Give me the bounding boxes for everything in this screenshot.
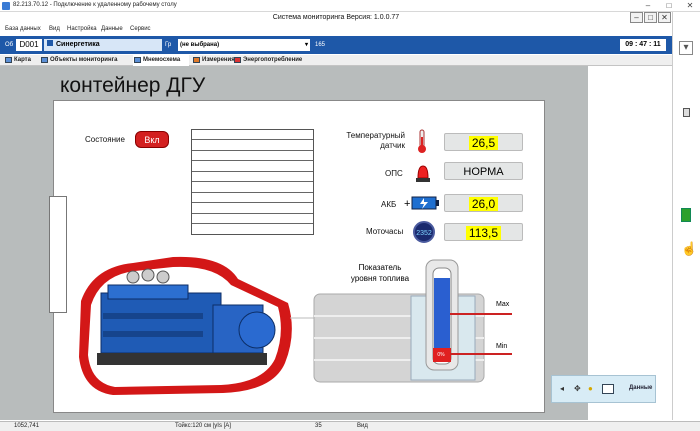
temp-label-line2: датчик — [380, 141, 405, 150]
menu-data[interactable]: Данные — [101, 26, 123, 32]
ops-label: ОПС — [385, 169, 403, 178]
log-line — [192, 160, 313, 161]
app-minimize-icon[interactable]: – — [630, 12, 643, 23]
tab-measurements[interactable]: Измерения — [192, 55, 235, 66]
maximize-icon[interactable]: □ — [661, 1, 677, 11]
log-line — [192, 181, 313, 182]
temp-label: Температурный датчик — [335, 131, 405, 151]
fuel-tank-diagram — [290, 259, 512, 383]
svg-text:+: + — [404, 198, 410, 210]
state-label: Состояние — [85, 135, 125, 144]
fuel-max-label: Max — [496, 301, 510, 308]
hand-icon[interactable]: ☝ — [681, 241, 697, 257]
menu-settings[interactable]: Настройка — [67, 26, 97, 32]
count-label: 165 — [315, 42, 326, 48]
status-coords: 1052,741 — [14, 423, 40, 429]
menu-bar: База данных Вид Настройка Данные Сервис — [0, 24, 672, 35]
app-titlebar: Система мониторинга Версия: 1.0.0.77 — [0, 12, 672, 24]
thermometer-icon — [418, 129, 426, 153]
app-title: Система мониторинга Версия: 1.0.0.77 — [272, 14, 400, 21]
fuel-percent: 0% — [437, 352, 445, 358]
menu-service[interactable]: Сервис — [130, 26, 151, 32]
tab-label: Энергопотребление — [243, 57, 303, 63]
status-units: Тойкс:120 см |yIs [A] — [175, 423, 231, 429]
group-select[interactable]: (не выбрана) ▾ — [178, 39, 310, 51]
remote-desktop-titlebar: 82.213.70.12 - Подключение к удаленному … — [0, 0, 700, 12]
menu-database[interactable]: База данных — [5, 26, 41, 32]
app-close-icon[interactable]: ✕ — [658, 12, 671, 23]
moto-value: 113,5 — [465, 226, 502, 240]
akb-value-box: 26,0 — [444, 194, 523, 212]
tab-label: Карта — [14, 57, 31, 63]
log-line — [192, 223, 313, 224]
chevron-down-icon: ▾ — [304, 42, 308, 48]
generator-image — [79, 256, 292, 395]
palette-data-button[interactable]: Данные — [629, 385, 652, 391]
close-icon[interactable]: ✕ — [682, 1, 698, 11]
moto-label: Моточасы — [366, 227, 404, 236]
group-prefix: Гр — [165, 42, 172, 48]
tab-energy[interactable]: Энергопотребление — [233, 55, 307, 66]
log-line — [192, 150, 313, 151]
object-name-field[interactable]: Синергетика — [44, 39, 162, 51]
object-prefix: Об — [5, 42, 14, 48]
object-name: Синергетика — [56, 41, 100, 48]
move-icon[interactable]: ✥ — [574, 384, 581, 393]
log-line — [192, 192, 313, 193]
arrow-left-icon[interactable]: ◂ — [560, 384, 564, 393]
trash-icon[interactable] — [683, 108, 690, 117]
side-marker — [49, 196, 67, 313]
status-count: 35 — [315, 423, 322, 429]
dropdown-icon[interactable]: ▾ — [679, 41, 693, 55]
remote-desktop-icon — [2, 2, 10, 10]
app-maximize-icon[interactable]: □ — [644, 12, 657, 23]
temp-label-line1: Температурный — [346, 131, 405, 140]
energy-icon — [234, 57, 241, 63]
scheme-icon — [134, 57, 141, 63]
hour-meter-icon: 2352 — [413, 221, 435, 243]
tab-bar: Карта Объекты мониторинга Мнемосхема Изм… — [0, 55, 672, 66]
bulb-icon[interactable]: ● — [588, 384, 593, 393]
tab-label: Измерения — [202, 57, 235, 63]
clock: 09 : 47 : 11 — [620, 39, 666, 51]
tool-palette: ◂ ✥ ● Данные — [551, 375, 656, 403]
battery-icon[interactable] — [681, 208, 691, 222]
tab-mnemoscheme[interactable]: Мнемосхема — [133, 55, 189, 66]
page-title: контейнер ДГУ — [60, 74, 206, 97]
status-bar: 1052,741 Тойкс:120 см |yIs [A] 35 Вид — [0, 421, 700, 431]
tab-label: Мнемосхема — [143, 57, 181, 63]
akb-value: 26,0 — [468, 197, 499, 211]
tab-label: Объекты мониторинга — [50, 57, 118, 63]
object-icon — [47, 40, 53, 46]
log-line — [192, 171, 313, 172]
status-mode: Вид — [357, 423, 368, 429]
state-button[interactable]: Вкл — [135, 131, 169, 148]
measure-icon — [193, 57, 200, 63]
toolbar: Об D001 Синергетика Гр (не выбрана) ▾ 16… — [0, 36, 672, 54]
right-sidebar: ▾ ☝ — [672, 12, 700, 420]
temp-value: 26,5 — [468, 136, 499, 150]
akb-label: АКБ — [381, 200, 397, 209]
workspace-right-blank — [588, 66, 672, 420]
map-icon — [5, 57, 12, 63]
object-code-field[interactable]: D001 — [16, 39, 42, 51]
ops-value: НОРМА — [444, 162, 523, 180]
image-icon[interactable] — [602, 384, 614, 394]
tab-objects[interactable]: Объекты мониторинга — [40, 55, 130, 66]
minimize-icon[interactable]: – — [640, 1, 656, 11]
log-line — [192, 202, 313, 203]
alarm-light-icon — [416, 165, 430, 182]
fuel-min-label: Min — [496, 343, 508, 350]
log-lines-box — [191, 129, 314, 235]
group-select-value: (не выбрана) — [180, 42, 220, 48]
tab-map[interactable]: Карта — [4, 55, 38, 66]
log-line — [192, 139, 313, 140]
remote-desktop-title: 82.213.70.12 - Подключение к удаленному … — [13, 2, 177, 8]
temp-value-box: 26,5 — [444, 133, 523, 151]
menu-view[interactable]: Вид — [49, 26, 60, 32]
objects-icon — [41, 57, 48, 63]
moto-value-box: 113,5 — [444, 223, 523, 241]
log-line — [192, 213, 313, 214]
battery-level-icon: + — [404, 196, 439, 210]
